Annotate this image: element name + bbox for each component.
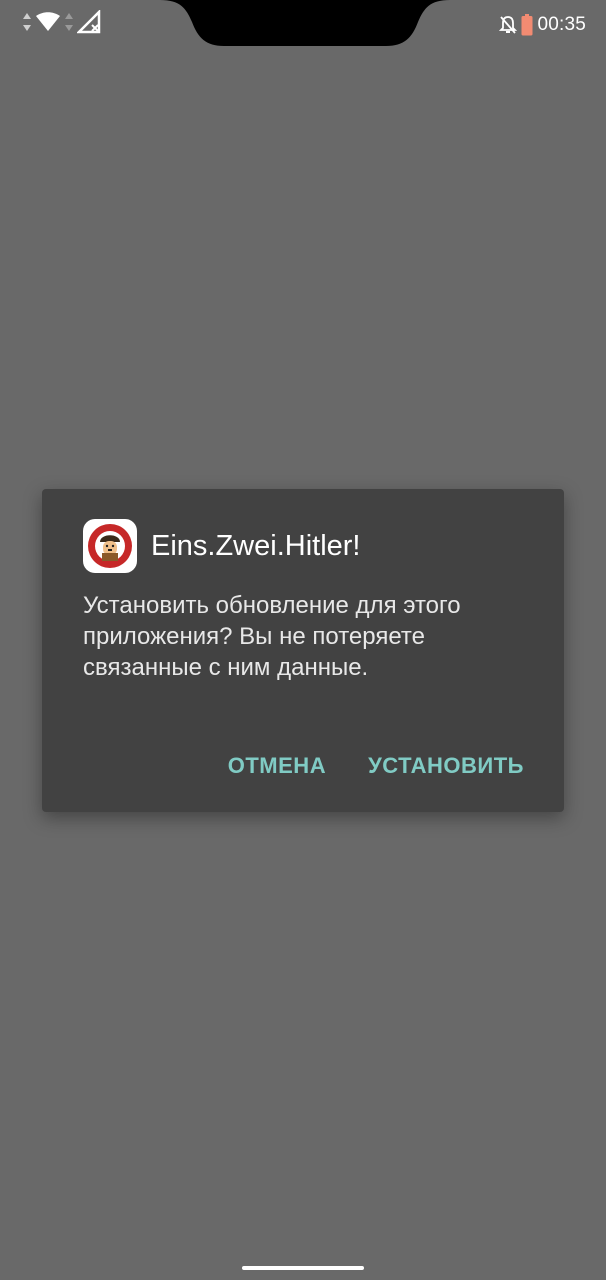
signal-no-sim-icon <box>77 10 101 34</box>
notifications-off-icon <box>499 16 518 34</box>
camera-notch <box>160 0 450 46</box>
dialog-message: Установить обновление для этого приложен… <box>83 592 461 681</box>
status-right-icons: 00:35 <box>499 14 586 36</box>
battery-low-icon <box>521 14 533 36</box>
cancel-button[interactable]: ОТМЕНА <box>228 753 326 779</box>
data-arrows-icon <box>23 13 31 31</box>
dialog-actions: ОТМЕНА УСТАНОВИТЬ <box>228 753 524 779</box>
gesture-nav-handle[interactable] <box>242 1266 364 1270</box>
dialog-header: Eins.Zwei.Hitler! <box>83 519 361 573</box>
status-left-icons <box>22 10 101 34</box>
wifi-icon <box>36 12 60 31</box>
app-logo-icon <box>83 519 137 573</box>
install-update-dialog: Eins.Zwei.Hitler! Установить обновление … <box>42 489 564 812</box>
app-logo-graphic <box>88 524 132 568</box>
status-bar: 00:35 <box>0 0 606 52</box>
data-arrows-icon <box>65 13 73 31</box>
install-button[interactable]: УСТАНОВИТЬ <box>368 753 524 779</box>
status-time: 00:35 <box>537 14 586 35</box>
dialog-title: Eins.Zwei.Hitler! <box>151 529 361 562</box>
install-screen: 00:35 Eins.Zwei.Hitler! Установить обнов… <box>0 0 606 1280</box>
